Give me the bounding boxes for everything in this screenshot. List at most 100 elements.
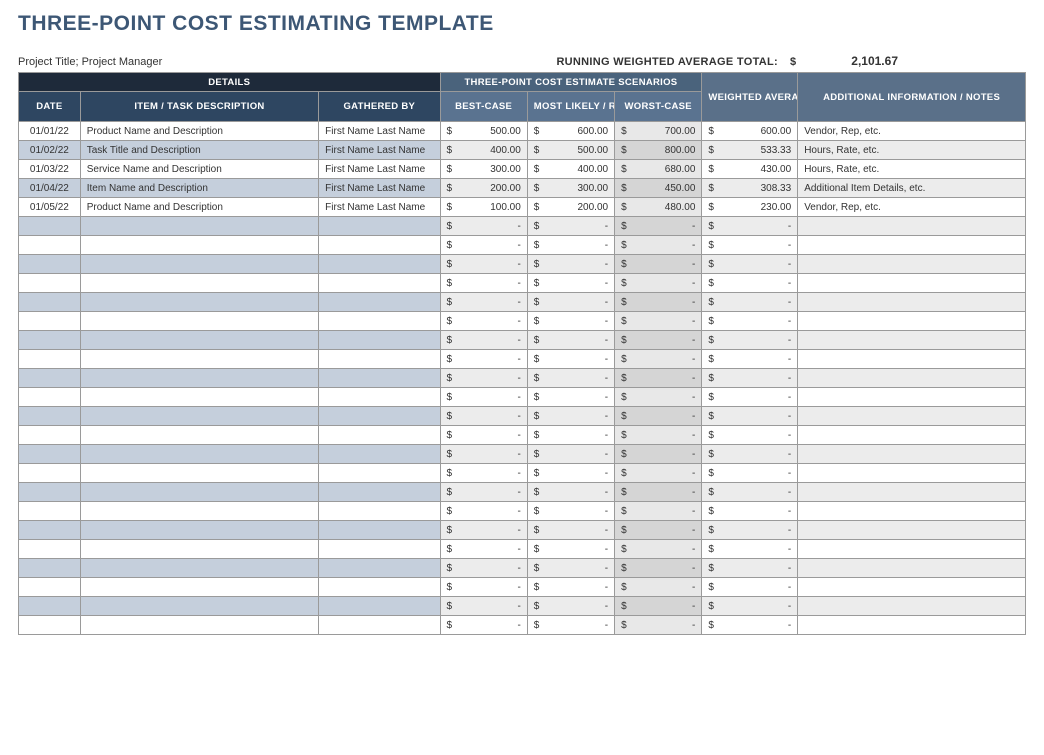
cell-item[interactable] [80, 369, 318, 388]
cell-item[interactable] [80, 236, 318, 255]
cell-best[interactable]: - [440, 521, 527, 540]
cell-likely[interactable]: - [527, 502, 614, 521]
cell-notes[interactable]: Vendor, Rep, etc. [798, 122, 1026, 141]
cell-worst[interactable]: - [615, 616, 702, 635]
cell-best[interactable]: - [440, 578, 527, 597]
cell-date[interactable] [19, 350, 81, 369]
cell-gath[interactable]: First Name Last Name [319, 198, 440, 217]
cell-likely[interactable]: - [527, 255, 614, 274]
cell-gath[interactable] [319, 407, 440, 426]
cell-notes[interactable] [798, 331, 1026, 350]
cell-notes[interactable] [798, 445, 1026, 464]
cell-notes[interactable] [798, 388, 1026, 407]
cell-worst[interactable]: - [615, 331, 702, 350]
cell-notes[interactable] [798, 312, 1026, 331]
cell-likely[interactable]: - [527, 540, 614, 559]
cell-best[interactable]: - [440, 274, 527, 293]
cell-worst[interactable]: - [615, 559, 702, 578]
cell-wavg[interactable]: - [702, 426, 798, 445]
cell-best[interactable]: - [440, 369, 527, 388]
cell-item[interactable]: Task Title and Description [80, 141, 318, 160]
cell-notes[interactable] [798, 217, 1026, 236]
cell-notes[interactable] [798, 274, 1026, 293]
cell-best[interactable]: 300.00 [440, 160, 527, 179]
cell-worst[interactable]: - [615, 464, 702, 483]
cell-item[interactable] [80, 540, 318, 559]
cell-worst[interactable]: - [615, 236, 702, 255]
cell-worst[interactable]: - [615, 540, 702, 559]
cell-item[interactable] [80, 445, 318, 464]
cell-best[interactable]: - [440, 597, 527, 616]
cell-best[interactable]: - [440, 350, 527, 369]
cell-gath[interactable] [319, 616, 440, 635]
cell-date[interactable] [19, 464, 81, 483]
cell-best[interactable]: 200.00 [440, 179, 527, 198]
cell-wavg[interactable]: - [702, 445, 798, 464]
cell-worst[interactable]: - [615, 502, 702, 521]
cell-worst[interactable]: 480.00 [615, 198, 702, 217]
cell-best[interactable]: - [440, 426, 527, 445]
cell-item[interactable] [80, 521, 318, 540]
cell-worst[interactable]: 680.00 [615, 160, 702, 179]
cell-wavg[interactable]: - [702, 616, 798, 635]
cell-wavg[interactable]: - [702, 293, 798, 312]
cell-date[interactable]: 01/02/22 [19, 141, 81, 160]
cell-best[interactable]: - [440, 331, 527, 350]
cell-worst[interactable]: - [615, 217, 702, 236]
cell-item[interactable] [80, 616, 318, 635]
cell-worst[interactable]: - [615, 426, 702, 445]
cell-wavg[interactable]: - [702, 255, 798, 274]
cell-worst[interactable]: - [615, 369, 702, 388]
cell-gath[interactable] [319, 255, 440, 274]
cell-gath[interactable] [319, 445, 440, 464]
cell-date[interactable] [19, 426, 81, 445]
cell-wavg[interactable]: 308.33 [702, 179, 798, 198]
cell-notes[interactable] [798, 464, 1026, 483]
cell-worst[interactable]: - [615, 407, 702, 426]
cell-notes[interactable] [798, 293, 1026, 312]
cell-date[interactable] [19, 559, 81, 578]
cell-best[interactable]: - [440, 388, 527, 407]
cell-item[interactable] [80, 426, 318, 445]
cell-item[interactable] [80, 502, 318, 521]
cell-likely[interactable]: - [527, 616, 614, 635]
cell-item[interactable] [80, 255, 318, 274]
cell-gath[interactable] [319, 559, 440, 578]
cell-worst[interactable]: - [615, 521, 702, 540]
cell-gath[interactable] [319, 388, 440, 407]
cell-best[interactable]: - [440, 445, 527, 464]
cell-best[interactable]: - [440, 559, 527, 578]
cell-notes[interactable] [798, 521, 1026, 540]
cell-worst[interactable]: - [615, 388, 702, 407]
cell-likely[interactable]: - [527, 388, 614, 407]
cell-best[interactable]: - [440, 217, 527, 236]
cell-date[interactable] [19, 521, 81, 540]
cell-gath[interactable] [319, 217, 440, 236]
cell-item[interactable] [80, 274, 318, 293]
cell-best[interactable]: - [440, 616, 527, 635]
cell-wavg[interactable]: - [702, 388, 798, 407]
cell-date[interactable]: 01/05/22 [19, 198, 81, 217]
cell-date[interactable] [19, 502, 81, 521]
cell-likely[interactable]: - [527, 331, 614, 350]
cell-date[interactable] [19, 236, 81, 255]
cell-best[interactable]: - [440, 464, 527, 483]
cell-wavg[interactable]: - [702, 483, 798, 502]
cell-wavg[interactable]: 533.33 [702, 141, 798, 160]
cell-gath[interactable]: First Name Last Name [319, 160, 440, 179]
cell-worst[interactable]: - [615, 445, 702, 464]
cell-wavg[interactable]: - [702, 217, 798, 236]
cell-best[interactable]: - [440, 502, 527, 521]
cell-date[interactable] [19, 578, 81, 597]
cell-likely[interactable]: - [527, 369, 614, 388]
cell-gath[interactable] [319, 236, 440, 255]
cell-date[interactable] [19, 293, 81, 312]
cell-notes[interactable] [798, 616, 1026, 635]
cell-likely[interactable]: - [527, 217, 614, 236]
cell-notes[interactable]: Hours, Rate, etc. [798, 160, 1026, 179]
cell-item[interactable] [80, 350, 318, 369]
cell-gath[interactable] [319, 502, 440, 521]
cell-gath[interactable] [319, 464, 440, 483]
cell-likely[interactable]: - [527, 312, 614, 331]
cell-item[interactable] [80, 483, 318, 502]
